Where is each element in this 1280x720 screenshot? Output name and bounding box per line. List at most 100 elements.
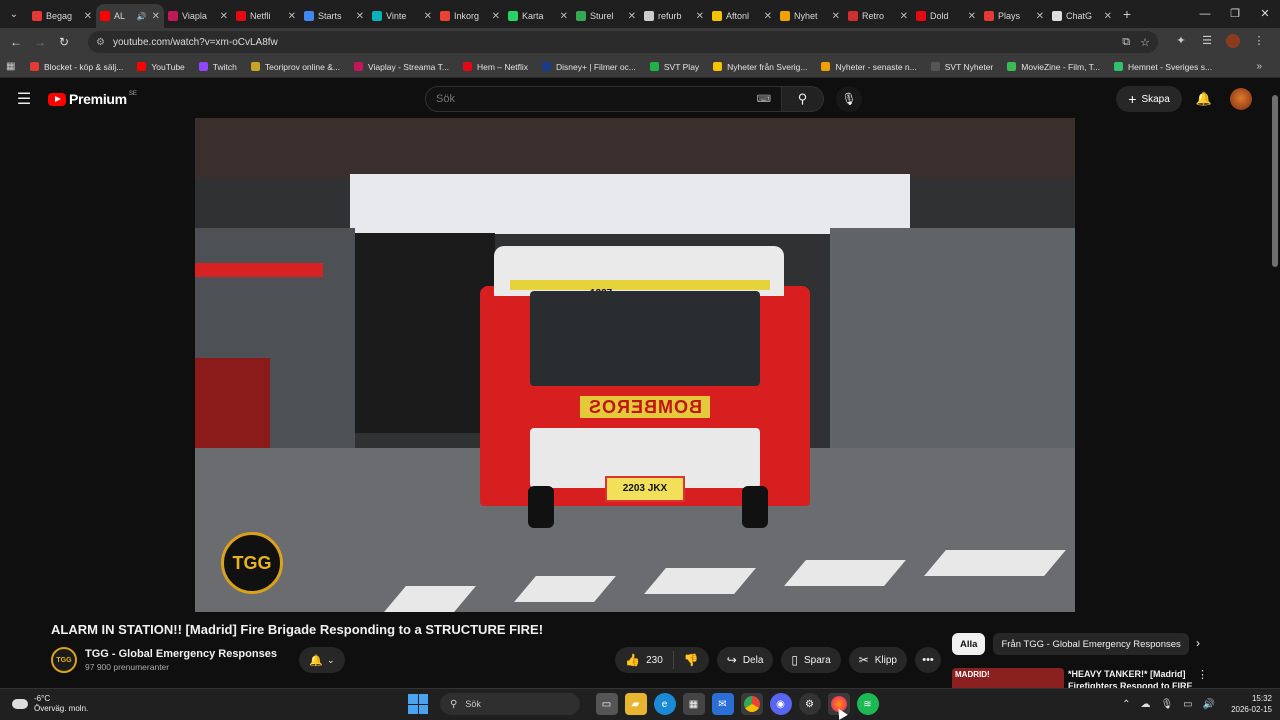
browser-tab[interactable]: Retro ✕ — [844, 4, 912, 28]
browser-tab[interactable]: Karta ✕ — [504, 4, 572, 28]
browser-tab[interactable]: Viapla ✕ — [164, 4, 232, 28]
back-icon[interactable]: ← — [4, 35, 28, 49]
steam-icon[interactable]: ⚙ — [798, 693, 821, 715]
bookmark-item[interactable]: Viaplay - Streama T... — [354, 62, 449, 72]
chrome-icon[interactable] — [740, 693, 763, 715]
bookmark-item[interactable]: Nyheter - senaste n... — [821, 62, 917, 72]
browser-tab[interactable]: Aftonl ✕ — [708, 4, 776, 28]
search-input[interactable] — [436, 93, 736, 105]
task-view-icon[interactable]: ▭ — [595, 693, 618, 715]
share-button[interactable]: ↪ Dela — [716, 647, 774, 673]
tab-close-icon[interactable]: ✕ — [424, 11, 432, 22]
bookmark-item[interactable]: Disney+ | Filmer oc... — [541, 62, 636, 72]
bookmark-item[interactable]: Blocket - köp & sälj... — [30, 62, 123, 72]
browser-tab[interactable]: Vinte ✕ — [368, 4, 436, 28]
reload-icon[interactable]: ↻ — [52, 35, 76, 49]
tab-close-icon[interactable]: ✕ — [560, 11, 568, 22]
mail-icon[interactable]: ✉ — [711, 693, 734, 715]
bookmarks-overflow-icon[interactable]: » — [1256, 61, 1262, 72]
discord-icon[interactable]: ◉ — [769, 693, 792, 715]
kebab-menu-icon[interactable]: ⋮ — [1197, 668, 1208, 688]
browser-tab[interactable]: Netfli ✕ — [232, 4, 300, 28]
save-button[interactable]: ▯ Spara — [781, 647, 841, 673]
youtube-logo[interactable]: Premium SE — [48, 91, 137, 107]
create-button[interactable]: + Skapa — [1116, 86, 1182, 112]
bookmark-item[interactable]: Hem – Netflix — [462, 62, 528, 72]
extensions-icon[interactable]: ✦ — [1168, 34, 1194, 51]
browser-tab[interactable]: Begag ✕ — [28, 4, 96, 28]
close-window-icon[interactable]: ✕ — [1250, 0, 1280, 28]
bookmark-item[interactable]: MovieZine - Film, T... — [1007, 62, 1100, 72]
tab-close-icon[interactable]: ✕ — [492, 11, 500, 22]
bookmark-item[interactable]: Nyheter från Sverig... — [713, 62, 807, 72]
onedrive-icon[interactable]: ☁ — [1140, 699, 1150, 710]
hamburger-menu-icon[interactable]: ☰ — [0, 89, 48, 109]
taskbar-search[interactable]: ⚲ Sök — [440, 693, 580, 715]
tab-close-icon[interactable]: ✕ — [288, 11, 296, 22]
tab-close-icon[interactable]: ✕ — [84, 11, 92, 22]
edge-icon[interactable]: e — [653, 693, 676, 715]
bookmark-star-icon[interactable]: ☆ — [1140, 36, 1150, 49]
tab-audio-icon[interactable]: 🔊 — [137, 12, 147, 21]
windows-start-icon[interactable] — [408, 694, 428, 714]
keyboard-icon[interactable]: ⌨ — [757, 94, 771, 105]
tab-close-icon[interactable]: ✕ — [1036, 11, 1044, 22]
voice-search-button[interactable]: 🎙 — [836, 86, 862, 112]
tab-close-icon[interactable]: ✕ — [220, 11, 228, 22]
scrollbar-thumb[interactable] — [1272, 95, 1278, 267]
browser-tab[interactable]: refurb ✕ — [640, 4, 708, 28]
tab-close-icon[interactable]: ✕ — [832, 11, 840, 22]
clock[interactable]: 15:32 2026-02-15 — [1231, 693, 1272, 715]
chip-all[interactable]: Alla — [952, 633, 986, 655]
subscription-bell-button[interactable]: 🔔 ⌄ — [298, 647, 345, 673]
spotify-icon[interactable]: ≋ — [856, 693, 879, 715]
tab-close-icon[interactable]: ✕ — [628, 11, 636, 22]
weather-widget[interactable]: -6°C Överväg. moln. — [12, 694, 88, 714]
browser-tab[interactable]: Inkorg ✕ — [436, 4, 504, 28]
chip-channel[interactable]: Från TGG - Global Emergency Responses — [993, 633, 1189, 655]
url-field[interactable]: ⚙ youtube.com/watch?v=xm-oCvLA8fw ⧉ ☆ — [88, 31, 1158, 53]
minimize-icon[interactable]: — — [1190, 0, 1220, 28]
chevron-right-icon[interactable]: › — [1196, 636, 1200, 650]
channel-name[interactable]: TGG - Global Emergency Responses — [85, 648, 277, 660]
tab-close-icon[interactable]: ✕ — [968, 11, 976, 22]
tab-close-icon[interactable]: ✕ — [1104, 11, 1112, 22]
bookmark-item[interactable]: Teoriprov online &... — [250, 62, 340, 72]
tab-close-icon[interactable]: ✕ — [696, 11, 704, 22]
file-explorer-icon[interactable]: ▰ — [624, 693, 647, 715]
reading-list-icon[interactable]: ☰ — [1194, 34, 1220, 51]
bookmark-item[interactable]: Twitch — [198, 62, 237, 72]
bookmark-item[interactable]: Hemnet - Sveriges s... — [1113, 62, 1212, 72]
tab-close-icon[interactable]: ✕ — [152, 11, 160, 22]
dislike-button[interactable]: 👎 — [674, 653, 709, 667]
bookmark-item[interactable]: SVT Play — [649, 62, 699, 72]
tab-search-chevron-icon[interactable]: ⌄ — [0, 0, 28, 28]
browser-tab[interactable]: Nyhet ✕ — [776, 4, 844, 28]
video-player[interactable]: 1227 BOMBEROS 2203 JKX TGG — [195, 118, 1075, 612]
browser-tab[interactable]: Sturel ✕ — [572, 4, 640, 28]
more-actions-button[interactable]: ••• — [915, 647, 941, 673]
apps-grid-icon[interactable]: ▦ — [6, 61, 18, 73]
tab-close-icon[interactable]: ✕ — [764, 11, 772, 22]
browser-tab[interactable]: ChatG ✕ — [1048, 4, 1116, 28]
network-icon[interactable]: ▭ — [1183, 699, 1192, 710]
site-info-icon[interactable]: ⚙ — [96, 37, 105, 48]
browser-tab[interactable]: Starts ✕ — [300, 4, 368, 28]
browser-tab[interactable]: Dold ✕ — [912, 4, 980, 28]
profile-avatar[interactable] — [1220, 33, 1246, 51]
tray-overflow-icon[interactable]: ⌃ — [1122, 699, 1130, 710]
notifications-bell-icon[interactable]: 🔔 — [1196, 91, 1212, 107]
new-tab-button[interactable]: + — [1116, 6, 1138, 22]
search-button[interactable]: ⚲ — [782, 86, 824, 112]
like-button[interactable]: 👍 230 — [615, 651, 674, 669]
tab-close-icon[interactable]: ✕ — [900, 11, 908, 22]
bookmark-item[interactable]: YouTube — [137, 62, 185, 72]
browser-tab[interactable]: AL 🔊 ✕ — [96, 4, 164, 28]
store-icon[interactable]: ▦ — [682, 693, 705, 715]
channel-avatar[interactable]: TGG — [51, 647, 77, 673]
recommended-thumbnail[interactable]: MADRID! — [952, 668, 1064, 690]
forward-icon[interactable]: → — [28, 35, 52, 49]
browser-tab[interactable]: Plays ✕ — [980, 4, 1048, 28]
volume-icon[interactable]: 🔊 — [1203, 699, 1215, 710]
kebab-menu-icon[interactable]: ⋮ — [1246, 34, 1272, 51]
